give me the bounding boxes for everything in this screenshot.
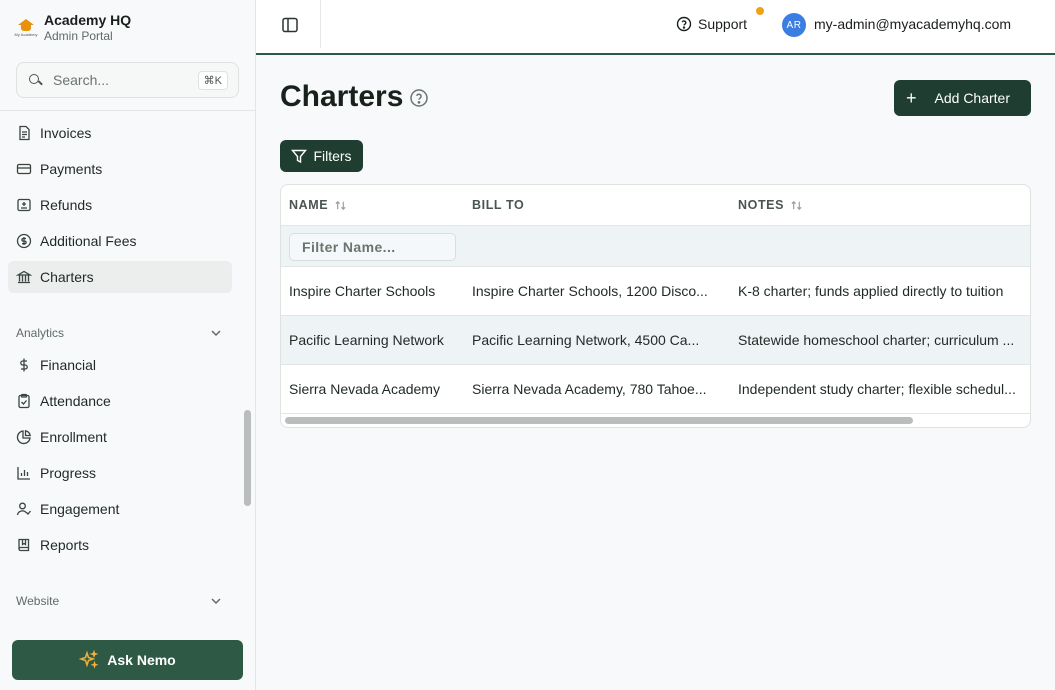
sidebar-item-label: Enrollment [40, 429, 107, 445]
sidebar-scrollbar[interactable] [244, 410, 251, 506]
sidebar-item-enrollment[interactable]: Enrollment [8, 421, 232, 453]
sidebar-nav-billing: Invoices Payments Refunds Additional Fee… [8, 117, 232, 297]
chevron-down-icon [211, 330, 221, 337]
dollar-circle-icon [16, 233, 32, 249]
user-check-icon [16, 501, 32, 517]
add-charter-label: Add Charter [934, 90, 1010, 106]
sidebar-item-label: Refunds [40, 197, 93, 213]
sidebar-item-additional-fees[interactable]: Additional Fees [8, 225, 232, 257]
filter-icon [291, 149, 308, 164]
sidebar-item-charters[interactable]: Charters [8, 261, 232, 293]
column-label: NOTES [738, 198, 785, 212]
column-label: BILL TO [472, 198, 525, 212]
help-circle-icon [676, 16, 692, 32]
sidebar-toggle-icon[interactable] [280, 15, 300, 35]
sidebar-item-engagement[interactable]: Engagement [8, 493, 232, 525]
column-header-name[interactable]: NAME [289, 198, 347, 212]
bar-chart-icon [16, 465, 32, 481]
table-row[interactable]: Pacific Learning Network Pacific Learnin… [281, 316, 1030, 365]
section-label: Analytics [16, 326, 65, 340]
sidebar-item-label: Engagement [40, 501, 120, 517]
notification-dot [756, 7, 764, 15]
cell-bill-to: Sierra Nevada Academy, 780 Tahoe... [472, 381, 707, 397]
table-row[interactable]: Inspire Charter Schools Inspire Charter … [281, 267, 1030, 316]
academy-logo-icon: My Academy [14, 15, 38, 41]
sidebar-item-label: Charters [40, 269, 94, 285]
sidebar-item-payments[interactable]: Payments [8, 153, 232, 185]
plus-icon: + [906, 88, 917, 108]
search-input[interactable]: Search... ⌘K [16, 62, 239, 98]
search-placeholder: Search... [53, 72, 110, 88]
filters-button[interactable]: Filters [280, 140, 363, 172]
sidebar-item-refunds[interactable]: Refunds [8, 189, 232, 221]
sidebar-item-label: Financial [40, 357, 97, 373]
cell-name: Sierra Nevada Academy [289, 381, 440, 397]
top-header: Support AR my-admin@myacademyhq.com [256, 0, 1055, 55]
book-icon [16, 537, 32, 553]
cell-name: Pacific Learning Network [289, 332, 444, 348]
ask-nemo-label: Ask Nemo [107, 652, 176, 668]
cell-notes: Independent study charter; flexible sche… [738, 381, 1016, 397]
clipboard-check-icon [16, 393, 32, 409]
cell-notes: K-8 charter; funds applied directly to t… [738, 283, 1004, 299]
filter-name-input[interactable] [289, 233, 456, 261]
cell-notes: Statewide homeschool charter; curriculum… [738, 332, 1015, 348]
add-charter-button[interactable]: + Add Charter [894, 80, 1031, 116]
brand-title: Academy HQ [44, 12, 132, 28]
divider [320, 0, 321, 48]
sidebar-item-label: Attendance [40, 393, 111, 409]
sidebar-item-progress[interactable]: Progress [8, 457, 232, 489]
support-label: Support [698, 16, 748, 32]
search-shortcut: ⌘K [197, 70, 228, 90]
brand[interactable]: My Academy Academy HQ Admin Portal [14, 12, 132, 44]
invoice-icon [16, 125, 32, 141]
refund-icon [16, 197, 32, 213]
column-label: NAME [289, 198, 329, 212]
sidebar-item-financial[interactable]: Financial [8, 349, 232, 381]
cell-bill-to: Pacific Learning Network, 4500 Ca... [472, 332, 700, 348]
search-icon [27, 72, 43, 88]
help-circle-icon[interactable] [409, 88, 429, 108]
divider [0, 110, 255, 111]
sidebar-item-invoices[interactable]: Invoices [8, 117, 232, 149]
sidebar-item-label: Progress [40, 465, 97, 481]
logo-text: My Academy [14, 32, 38, 37]
column-header-notes[interactable]: NOTES [738, 198, 803, 212]
landmark-icon [16, 269, 32, 285]
charters-table: NAME BILL TO NOTES Inspire Charter Schoo… [280, 184, 1031, 428]
sidebar-nav-analytics: Financial Attendance Enrollment Progress… [8, 349, 232, 565]
support-button[interactable]: Support [676, 16, 747, 32]
sparkles-icon [79, 650, 99, 669]
table-header: NAME BILL TO NOTES [281, 185, 1030, 226]
column-header-bill-to: BILL TO [472, 198, 524, 212]
avatar[interactable]: AR [782, 13, 806, 37]
sidebar: My Academy Academy HQ Admin Portal Searc… [0, 0, 256, 690]
section-analytics[interactable]: Analytics [16, 325, 224, 341]
sidebar-item-attendance[interactable]: Attendance [8, 385, 232, 417]
sidebar-item-label: Additional Fees [40, 233, 137, 249]
brand-subtitle: Admin Portal [44, 29, 113, 43]
sidebar-item-label: Payments [40, 161, 103, 177]
user-email[interactable]: my-admin@myacademyhq.com [814, 16, 1011, 32]
credit-card-icon [16, 161, 32, 177]
section-website[interactable]: Website [16, 593, 224, 609]
section-label: Website [16, 594, 60, 608]
sidebar-item-reports[interactable]: Reports [8, 529, 232, 561]
dollar-icon [16, 357, 32, 373]
ask-nemo-button[interactable]: Ask Nemo [12, 640, 243, 680]
pie-chart-icon [16, 429, 32, 445]
cell-bill-to: Inspire Charter Schools, 1200 Disco... [472, 283, 708, 299]
sidebar-item-label: Reports [40, 537, 90, 553]
filters-label: Filters [313, 148, 352, 164]
table-row[interactable]: Sierra Nevada Academy Sierra Nevada Acad… [281, 365, 1030, 414]
table-horizontal-scrollbar[interactable] [285, 417, 913, 424]
sort-icon[interactable] [790, 199, 803, 212]
cell-name: Inspire Charter Schools [289, 283, 436, 299]
sort-icon[interactable] [334, 199, 347, 212]
chevron-down-icon [211, 598, 221, 605]
table-filter-row [281, 226, 1030, 267]
page-title: Charters [280, 80, 404, 113]
sidebar-item-label: Invoices [40, 125, 92, 141]
